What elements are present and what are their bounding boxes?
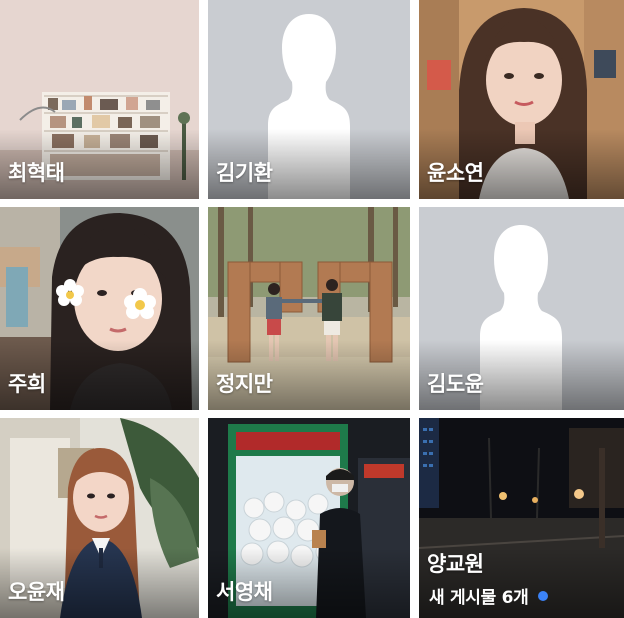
new-post-dot-icon [538,590,549,601]
friend-tile[interactable]: 오윤재 [0,418,199,618]
friend-tile[interactable]: 서영채 [208,418,410,618]
friend-name: 김기환 [216,161,273,185]
friend-tile[interactable]: 양교원 새 게시물 6개 [419,418,624,618]
new-posts-label: 새 게시물 6개 [429,588,529,608]
friend-name: 김도윤 [427,372,484,396]
friend-name: 오윤재 [8,580,65,604]
new-posts-indicator: 새 게시물 6개 [429,583,549,608]
friend-tile[interactable]: 최혁태 [0,0,199,199]
friend-name: 최혁태 [8,161,65,185]
friend-tile[interactable]: 윤소연 [419,0,624,199]
friend-name: 양교원 [427,552,484,576]
friend-tile[interactable]: 김기환 [208,0,410,199]
friend-tile[interactable]: 정지만 [208,207,410,410]
friend-name: 정지만 [216,372,273,396]
friend-tile[interactable]: 주희 [0,207,199,410]
friend-tile[interactable]: 김도윤 [419,207,624,410]
friend-name: 서영채 [216,580,273,604]
friends-grid: 최혁태 김기환 윤소연 주희 정지만 김도윤 오윤재 서영채 양교원 새 게시물… [0,0,624,618]
friend-name: 윤소연 [427,161,484,185]
friend-name: 주희 [8,372,46,396]
